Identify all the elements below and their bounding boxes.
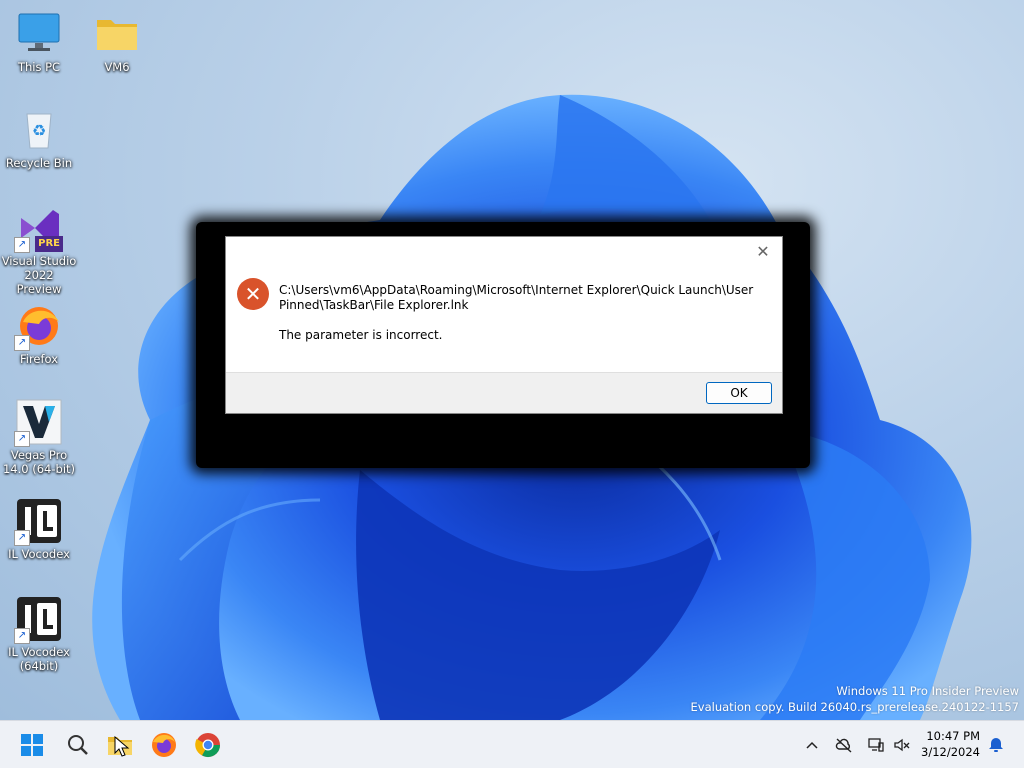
- watermark-line2: Evaluation copy. Build 26040.rs_prerelea…: [690, 700, 1019, 714]
- onedrive-tray-button[interactable]: [834, 735, 854, 755]
- desktop-icon-label: Visual Studio 2022 Preview: [1, 254, 77, 296]
- error-path-text: C:\Users\vm6\AppData\Roaming\Microsoft\I…: [279, 283, 754, 312]
- chevron-up-icon: [806, 741, 818, 749]
- clock-date: 3/12/2024: [921, 745, 980, 759]
- recycle-bin-icon: ♻: [15, 106, 63, 154]
- clock-time: 10:47 PM: [926, 729, 980, 743]
- start-button[interactable]: [16, 729, 48, 761]
- firefox-icon: [152, 733, 176, 757]
- desktop-icon-label: IL Vocodex (64bit): [8, 645, 70, 673]
- network-icon: [868, 738, 884, 752]
- shortcut-arrow-icon: ↗: [14, 431, 30, 447]
- error-message: The parameter is incorrect.: [279, 328, 443, 342]
- error-dialog: ✕ ✕ C:\Users\vm6\AppData\Roaming\Microso…: [225, 236, 783, 414]
- chrome-taskbar-button[interactable]: [192, 729, 224, 761]
- search-icon: [68, 735, 88, 755]
- desktop-icon-label: This PC: [17, 60, 61, 74]
- desktop-icon-label: IL Vocodex: [8, 547, 70, 561]
- desktop-icon-label: Firefox: [19, 352, 59, 366]
- visual-studio-icon: PRE ↗: [14, 204, 63, 253]
- windows-logo-icon: [21, 734, 43, 756]
- speaker-muted-icon: [894, 738, 910, 752]
- system-clock[interactable]: 10:47 PM 3/12/2024: [921, 728, 980, 760]
- shortcut-arrow-icon: ↗: [14, 628, 30, 644]
- desktop-icon-label: VM6: [104, 60, 130, 74]
- chrome-icon: [195, 733, 220, 758]
- shortcut-arrow-icon: ↗: [14, 335, 30, 351]
- mouse-cursor-icon: [114, 736, 130, 757]
- firefox-icon: ↗: [14, 302, 63, 351]
- firefox-taskbar-button[interactable]: [148, 729, 180, 761]
- show-hidden-icons-button[interactable]: [802, 735, 822, 755]
- search-button[interactable]: [62, 729, 94, 761]
- desktop-icon-firefox[interactable]: ↗ Firefox: [1, 302, 77, 366]
- shortcut-arrow-icon: ↗: [14, 530, 30, 546]
- pre-badge: PRE: [35, 236, 63, 252]
- watermark-line1: Windows 11 Pro Insider Preview: [836, 684, 1019, 698]
- desktop-icon-recycle-bin[interactable]: ♻ Recycle Bin: [1, 106, 77, 170]
- desktop-icon-label: Recycle Bin: [5, 156, 73, 170]
- monitor-icon: [15, 10, 63, 58]
- desktop-icon-label: Vegas Pro 14.0 (64-bit): [2, 448, 76, 476]
- cloud-off-icon: [835, 738, 852, 753]
- dialog-footer: OK: [226, 372, 782, 413]
- desktop-icon-vegas-pro[interactable]: ↗ Vegas Pro 14.0 (64-bit): [1, 398, 77, 476]
- ok-button[interactable]: OK: [706, 382, 772, 404]
- desktop-icon-il-vocodex-64bit[interactable]: ↗ IL Vocodex (64bit): [1, 595, 77, 673]
- folder-icon: [93, 10, 141, 58]
- vegas-pro-icon: ↗: [14, 398, 63, 447]
- desktop-icon-vm6[interactable]: VM6: [79, 10, 155, 74]
- il-vocodex-icon: ↗: [14, 497, 63, 546]
- desktop-icon-visual-studio[interactable]: PRE ↗ Visual Studio 2022 Preview: [1, 204, 77, 296]
- volume-tray-button[interactable]: [892, 735, 912, 755]
- il-vocodex-icon: ↗: [14, 595, 63, 644]
- shortcut-arrow-icon: ↗: [14, 237, 30, 253]
- taskbar: 10:47 PM 3/12/2024: [0, 720, 1024, 768]
- svg-text:♻: ♻: [32, 121, 46, 140]
- error-icon: ✕: [237, 278, 269, 310]
- notifications-button[interactable]: [986, 735, 1006, 755]
- close-button[interactable]: ✕: [750, 241, 776, 263]
- desktop-icon-il-vocodex[interactable]: ↗ IL Vocodex: [1, 497, 77, 561]
- bell-icon: [989, 738, 1003, 752]
- desktop-icon-this-pc[interactable]: This PC: [1, 10, 77, 74]
- desktop: This PC VM6 ♻ Recycle Bin PRE ↗ Visual S…: [0, 0, 1024, 720]
- network-tray-button[interactable]: [866, 735, 886, 755]
